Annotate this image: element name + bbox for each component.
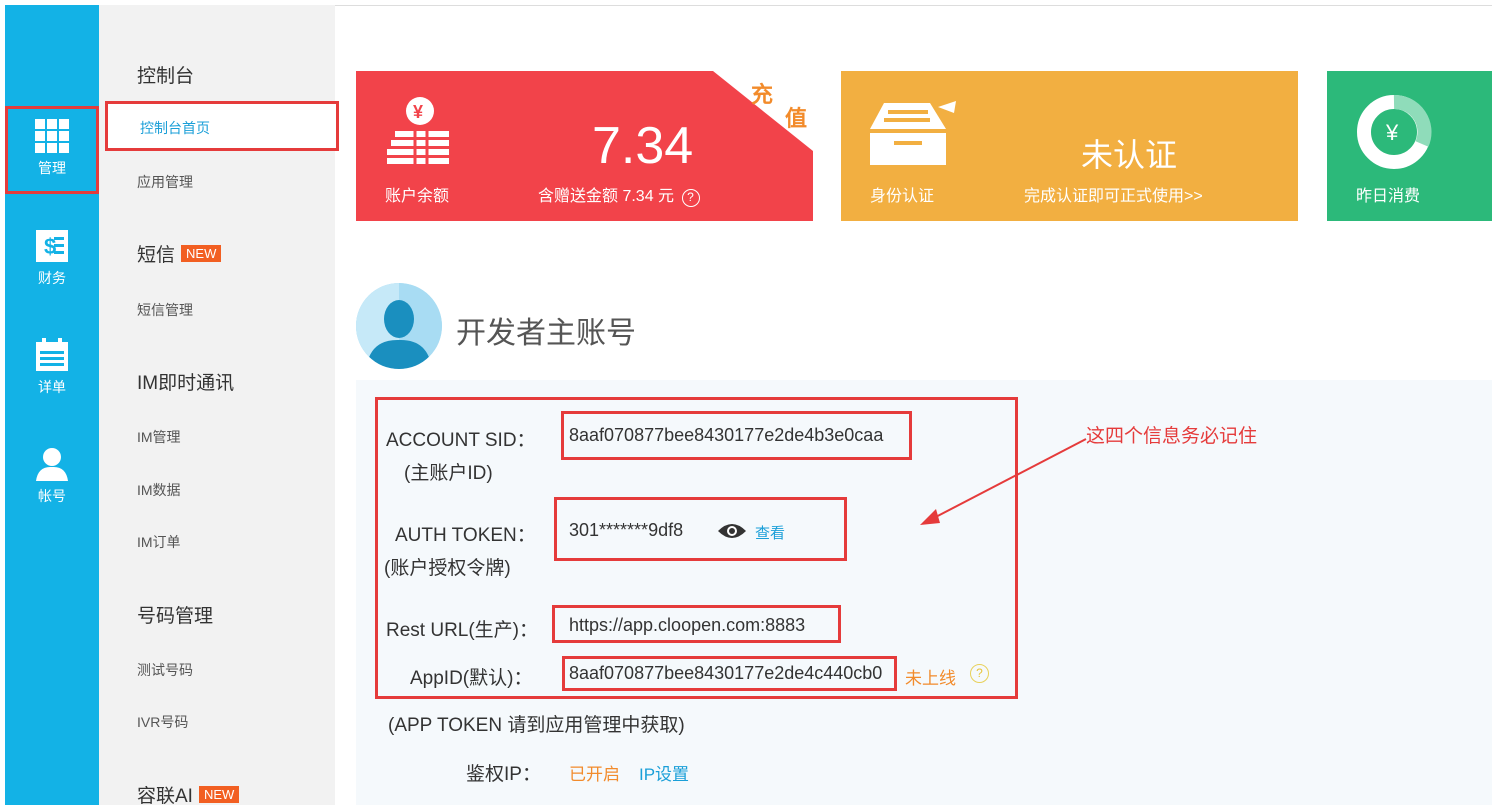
donut-yen-icon: ¥ [1357, 94, 1432, 169]
submenu-item-console-home[interactable]: 控制台首页 [105, 101, 339, 151]
rail-label-manage: 管理 [38, 160, 66, 176]
svg-text:¥: ¥ [1385, 120, 1399, 145]
rail-item-manage[interactable]: 管理 [5, 106, 99, 194]
submenu-item-im-orders[interactable]: IM订单 [137, 532, 181, 552]
avatar-silhouette-icon [356, 283, 442, 369]
rail-label-account: 帐号 [38, 488, 66, 504]
calendar-icon [36, 338, 68, 371]
submenu-header-ai-label: 容联AI [137, 786, 193, 805]
bonus-info: 含赠送金额 7.34 元 ? [538, 182, 700, 207]
submenu: 控制台 控制台首页 应用管理 短信 NEW 短信管理 IM即时通讯 IM管理 IM… [99, 5, 339, 805]
icon-rail: 管理 $ 财务 详单 帐号 [5, 5, 99, 805]
identity-status: 未认证 [1081, 137, 1178, 173]
rail-label-details: 详单 [38, 379, 66, 395]
grid-icon [35, 119, 69, 153]
consumption-label: 昨日消费 [1356, 188, 1421, 205]
view-token-link[interactable]: 查看 [755, 522, 785, 543]
auth-ip-label: 鉴权IP： [466, 764, 541, 785]
svg-text:¥: ¥ [413, 102, 423, 122]
submenu-header-numbers: 号码管理 [137, 606, 214, 627]
new-badge: NEW [198, 786, 240, 803]
balance-amount: 7.34 [592, 117, 694, 175]
recharge-char-1[interactable]: 充 [751, 77, 773, 109]
identity-label: 身份认证 [870, 188, 935, 205]
annotation-note: 这四个信息务必记住 [1086, 426, 1258, 447]
developer-avatar [356, 283, 442, 369]
recharge-char-2[interactable]: 值 [785, 101, 807, 133]
annotation-arrow [920, 438, 1087, 525]
auth-token-sublabel: (账户授权令牌) [384, 558, 511, 579]
rest-url-value[interactable]: https://app.cloopen.com:8883 [569, 615, 805, 636]
submenu-item-ivr-numbers[interactable]: IVR号码 [137, 712, 188, 732]
id-tray-icon [870, 101, 956, 165]
developer-title: 开发者主账号 [456, 317, 636, 350]
submenu-item-im-manage[interactable]: IM管理 [137, 427, 181, 447]
appid-help-icon[interactable]: ? [970, 664, 989, 683]
submenu-header-ai: 容联AI NEW [137, 781, 240, 805]
balance-label: 账户余额 [385, 188, 450, 205]
rail-item-details[interactable]: 详单 [5, 325, 99, 413]
auth-token-value[interactable]: 301*******9df8 [569, 520, 683, 541]
identity-hint-link[interactable]: 完成认证即可正式使用>> [1024, 182, 1203, 206]
submenu-header-im: IM即时通讯 [137, 373, 235, 394]
rail-item-account[interactable]: 帐号 [5, 434, 99, 522]
help-icon[interactable]: ? [681, 189, 700, 207]
rail-label-finance: 财务 [38, 270, 66, 286]
submenu-header-console: 控制台 [137, 66, 195, 87]
bonus-text: 含赠送金额 7.34 元 [538, 188, 675, 205]
ip-settings-link[interactable]: IP设置 [639, 760, 689, 785]
account-sid-value[interactable]: 8aaf070877bee8430177e2de4b3e0caa [569, 425, 883, 446]
submenu-item-sms-manage[interactable]: 短信管理 [137, 300, 193, 320]
rail-item-finance[interactable]: $ 财务 [5, 216, 99, 304]
user-icon [36, 448, 68, 481]
appid-value[interactable]: 8aaf070877bee8430177e2de4c440cb0 [569, 663, 882, 684]
account-sid-label: ACCOUNT SID： [386, 430, 536, 451]
new-badge: NEW [181, 245, 222, 262]
consumption-card[interactable]: ¥ 昨日消费 [1327, 71, 1492, 221]
page: 管理 $ 财务 详单 帐号 控制台 控制台首页 应用管理 短信 NEW 短信管理… [0, 0, 1492, 805]
submenu-item-test-numbers[interactable]: 测试号码 [137, 660, 193, 680]
submenu-header-sms: 短信 NEW [137, 240, 222, 267]
money-icon: ¥ [387, 97, 449, 165]
balance-card[interactable]: ¥ 账户余额 7.34 含赠送金额 7.34 元 ? 充 值 [356, 71, 813, 221]
submenu-item-app-manage[interactable]: 应用管理 [137, 172, 193, 192]
appid-status: 未上线 [905, 669, 956, 688]
submenu-item-im-data[interactable]: IM数据 [137, 480, 181, 500]
eye-icon[interactable] [717, 521, 747, 541]
rest-url-label: Rest URL(生产)： [386, 620, 539, 641]
auth-token-label: AUTH TOKEN： [395, 525, 536, 546]
top-divider [335, 5, 1492, 6]
identity-card[interactable]: 身份认证 未认证 完成认证即可正式使用>> [841, 71, 1298, 221]
account-sid-sublabel: (主账户ID) [404, 463, 493, 484]
submenu-header-sms-label: 短信 [137, 245, 176, 266]
app-token-note: (APP TOKEN 请到应用管理中获取) [388, 715, 685, 736]
auth-ip-status: 已开启 [569, 765, 620, 784]
finance-icon: $ [36, 230, 68, 262]
appid-label: AppID(默认)： [410, 668, 533, 689]
